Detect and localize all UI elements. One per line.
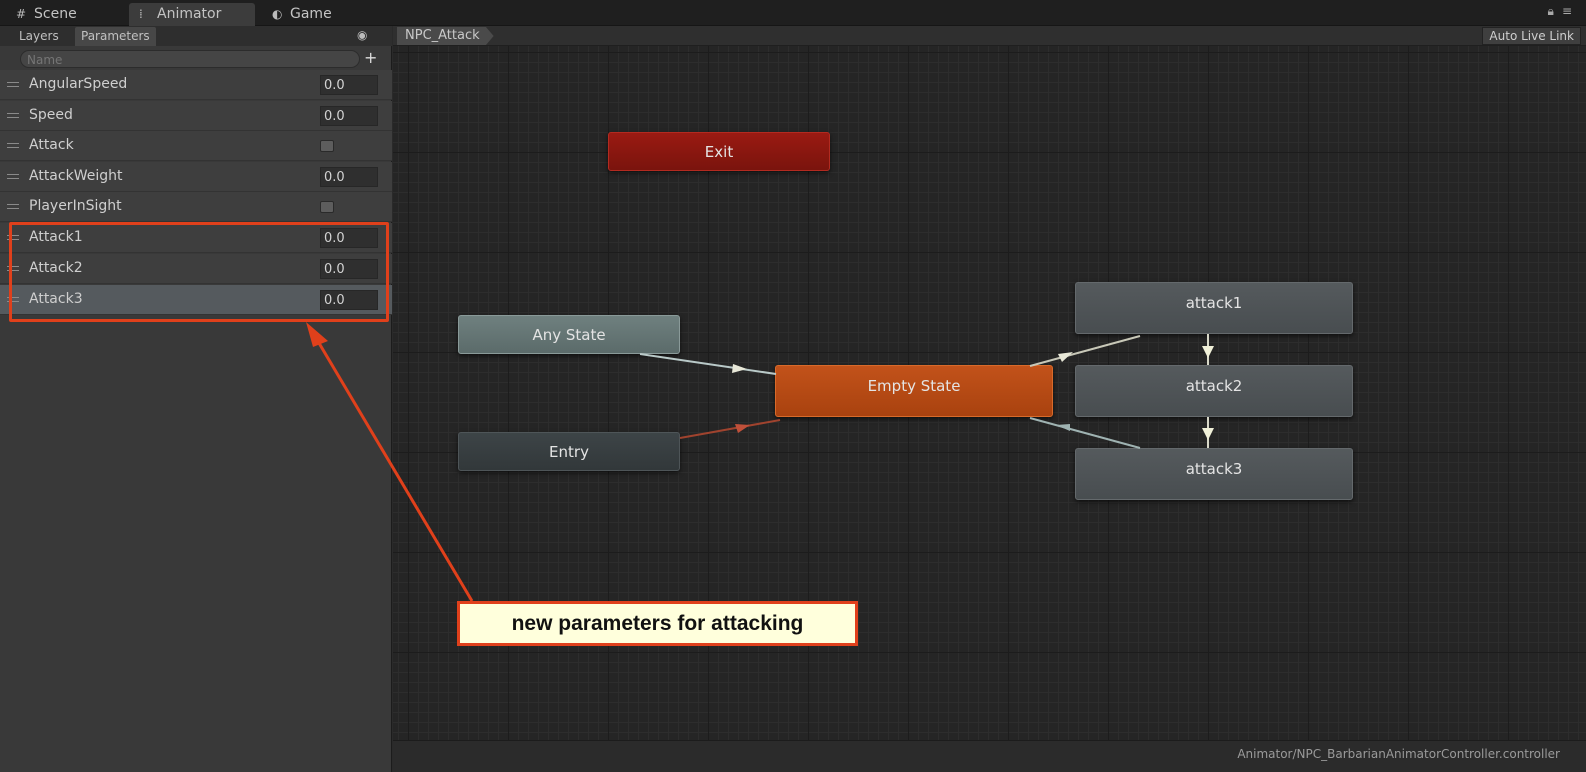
tab-animator-label: Animator: [157, 6, 222, 22]
menu-icon[interactable]: ≡: [1562, 4, 1572, 18]
drag-handle-icon[interactable]: [7, 113, 19, 118]
drag-handle-icon[interactable]: [7, 204, 19, 209]
state-node-attack2[interactable]: attack2: [1075, 365, 1353, 417]
state-label: attack2: [1185, 377, 1243, 395]
controller-path: Animator/NPC_BarbarianAnimatorController…: [1237, 747, 1560, 761]
parameter-value-field[interactable]: [320, 75, 378, 95]
layer-breadcrumb[interactable]: NPC_Attack: [397, 27, 494, 45]
drag-handle-icon[interactable]: [7, 82, 19, 87]
parameter-name: Attack: [29, 137, 74, 153]
parameter-value-field[interactable]: [320, 106, 378, 126]
highlight-box: [9, 222, 389, 322]
panel-subtabs: Layers Parameters ◉: [0, 26, 392, 46]
state-node-exit[interactable]: Exit: [608, 132, 830, 171]
subtab-parameters[interactable]: Parameters: [75, 27, 156, 46]
parameter-search-input[interactable]: [20, 50, 360, 68]
state-node-empty-state[interactable]: Empty State: [775, 365, 1053, 417]
state-node-attack3[interactable]: attack3: [1075, 448, 1353, 500]
state-label: Any State: [532, 326, 606, 344]
tab-scene-label: Scene: [34, 6, 77, 22]
parameter-row-angularspeed[interactable]: AngularSpeed: [0, 70, 392, 100]
subtab-layers[interactable]: Layers: [13, 27, 65, 46]
game-icon: ◐: [272, 7, 283, 21]
parameter-row-playerinsight[interactable]: PlayerInSight: [0, 192, 392, 222]
parameters-panel: Layers Parameters ◉ + AngularSpeed Speed…: [0, 26, 392, 772]
parameter-name: PlayerInSight: [29, 198, 122, 214]
tab-animator[interactable]: ⁞ Animator: [129, 3, 255, 26]
parameter-name: AttackWeight: [29, 168, 123, 184]
state-label: attack3: [1185, 460, 1243, 478]
lock-icon[interactable]: 🔒︎: [1548, 4, 1554, 18]
parameter-value-field[interactable]: [320, 167, 378, 187]
animator-icon: ⁞: [139, 7, 143, 21]
add-parameter-button[interactable]: +: [364, 48, 377, 67]
graph-header: NPC_Attack Auto Live Link: [393, 26, 1586, 46]
eye-icon[interactable]: ◉: [357, 28, 375, 42]
grid-icon: #: [16, 7, 27, 21]
tab-game[interactable]: ◐ Game: [262, 3, 342, 26]
annotation-callout: new parameters for attacking: [457, 601, 858, 646]
parameter-row-attack[interactable]: Attack: [0, 131, 392, 161]
parameter-row-attackweight[interactable]: AttackWeight: [0, 162, 392, 192]
parameter-name: AngularSpeed: [29, 76, 128, 92]
state-label: Exit: [704, 143, 734, 161]
state-node-attack1[interactable]: attack1: [1075, 282, 1353, 334]
parameter-row-speed[interactable]: Speed: [0, 101, 392, 131]
state-label: attack1: [1185, 294, 1243, 312]
tab-game-label: Game: [290, 6, 332, 22]
drag-handle-icon[interactable]: [7, 143, 19, 148]
parameter-name: Speed: [29, 107, 73, 123]
state-node-entry[interactable]: Entry: [458, 432, 680, 471]
auto-live-link-button[interactable]: Auto Live Link: [1482, 27, 1581, 45]
window-tab-bar: # Scene ⁞ Animator ◐ Game 🔒︎ ≡: [0, 0, 1586, 26]
window-controls: 🔒︎ ≡: [1540, 4, 1572, 19]
parameter-checkbox[interactable]: [320, 201, 334, 213]
state-node-any-state[interactable]: Any State: [458, 315, 680, 354]
status-bar: Animator/NPC_BarbarianAnimatorController…: [393, 740, 1586, 772]
parameter-checkbox[interactable]: [320, 140, 334, 152]
drag-handle-icon[interactable]: [7, 174, 19, 179]
state-label: Empty State: [867, 377, 961, 395]
state-label: Entry: [549, 443, 589, 461]
tab-scene[interactable]: # Scene: [6, 3, 87, 26]
